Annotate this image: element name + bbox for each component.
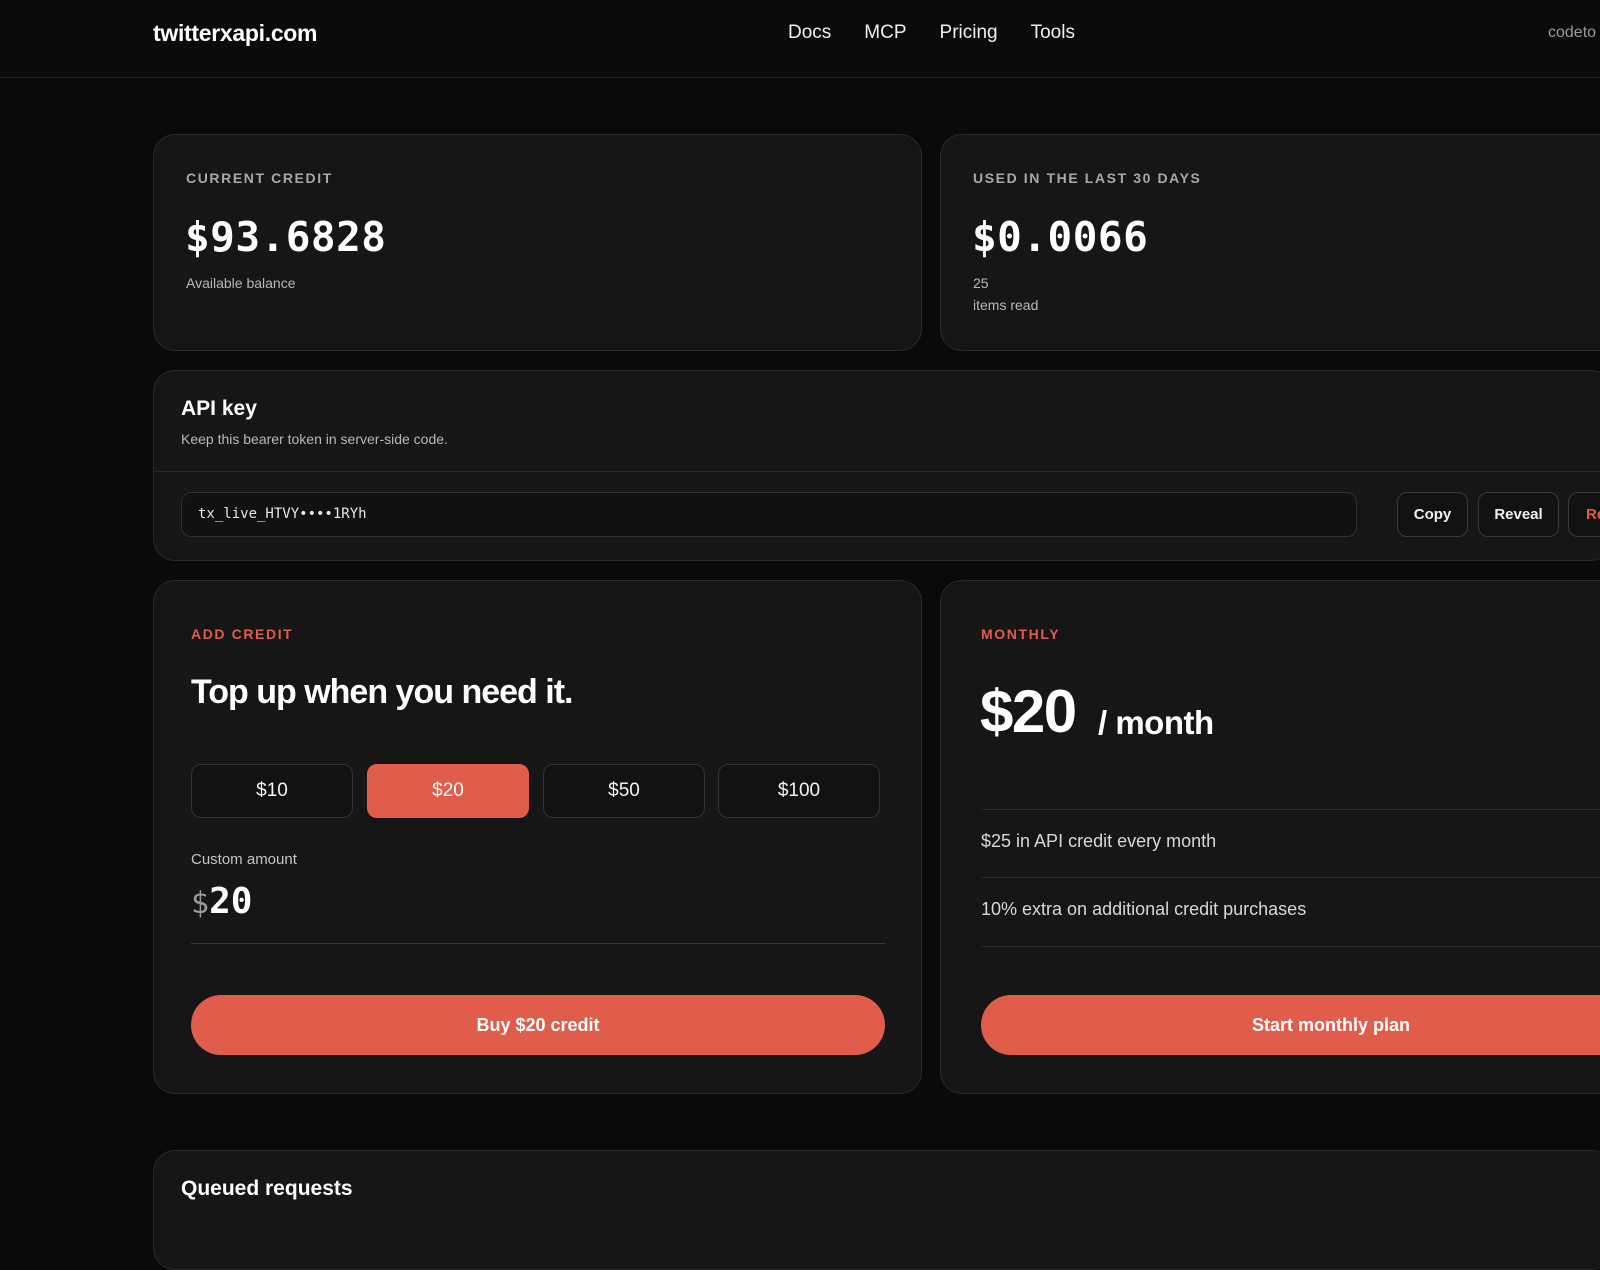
usage-card: USED IN THE LAST 30 DAYS $0.0066 25 item… [940, 134, 1600, 351]
monthly-eyebrow: MONTHLY [981, 626, 1061, 642]
custom-amount-underline [191, 943, 885, 944]
current-credit-card: CURRENT CREDIT $93.6828 Available balanc… [153, 134, 922, 351]
reveal-button[interactable]: Reveal [1478, 492, 1559, 537]
api-key-subtitle: Keep this bearer token in server-side co… [181, 431, 448, 447]
current-credit-caption: Available balance [186, 275, 296, 291]
queued-requests-card: Queued requests [153, 1150, 1600, 1270]
monthly-feature-credit: $25 in API credit every month [981, 831, 1217, 851]
queued-requests-title: Queued requests [181, 1177, 353, 1200]
add-credit-card: ADD CREDIT Top up when you need it. $10 … [153, 580, 922, 1094]
monthly-divider-2 [981, 877, 1600, 878]
api-key-field[interactable]: tx_live_HTVY••••1RYh [181, 492, 1357, 537]
usage-eyebrow: USED IN THE LAST 30 DAYS [973, 170, 1202, 186]
nav-mcp[interactable]: MCP [864, 22, 906, 44]
copy-button[interactable]: Copy [1397, 492, 1468, 537]
main-nav: Docs MCP Pricing Tools [788, 22, 1075, 44]
current-credit-eyebrow: CURRENT CREDIT [186, 170, 333, 186]
current-credit-amount: $93.6828 [185, 213, 387, 261]
currency-symbol: $ [191, 886, 210, 921]
monthly-feature-extra: 10% extra on additional credit purchases [981, 899, 1307, 919]
top-navigation-bar: twitterxapi.com Docs MCP Pricing Tools c… [0, 0, 1600, 78]
custom-amount-input[interactable]: $ 20 [191, 881, 252, 922]
site-logo[interactable]: twitterxapi.com [153, 20, 318, 47]
amount-option-20[interactable]: $20 [367, 764, 529, 818]
buy-credit-button[interactable]: Buy $20 credit [191, 995, 885, 1055]
user-account-menu[interactable]: codeto [1548, 24, 1596, 42]
nav-pricing[interactable]: Pricing [940, 22, 998, 44]
usage-count: 25 [973, 275, 989, 291]
nav-tools[interactable]: Tools [1031, 22, 1075, 44]
custom-amount-label: Custom amount [191, 851, 297, 868]
add-credit-headline: Top up when you need it. [191, 673, 573, 711]
custom-amount-value: 20 [209, 881, 253, 922]
amount-option-50[interactable]: $50 [543, 764, 705, 818]
add-credit-eyebrow: ADD CREDIT [191, 626, 294, 642]
monthly-divider-3 [981, 946, 1600, 947]
usage-caption: items read [973, 297, 1039, 313]
api-key-title: API key [181, 397, 257, 420]
api-key-card: API key Keep this bearer token in server… [153, 370, 1600, 561]
amount-option-10[interactable]: $10 [191, 764, 353, 818]
regenerate-button[interactable]: Re [1568, 492, 1600, 537]
monthly-price-unit: / month [1098, 704, 1214, 741]
api-key-divider [154, 471, 1600, 472]
monthly-plan-card: MONTHLY $20 / month $25 in API credit ev… [940, 580, 1600, 1094]
amount-option-100[interactable]: $100 [718, 764, 880, 818]
monthly-divider-1 [981, 809, 1600, 810]
monthly-price: $20 [980, 678, 1077, 745]
nav-docs[interactable]: Docs [788, 22, 831, 44]
usage-amount: $0.0066 [972, 213, 1149, 261]
start-monthly-plan-button[interactable]: Start monthly plan [981, 995, 1600, 1055]
